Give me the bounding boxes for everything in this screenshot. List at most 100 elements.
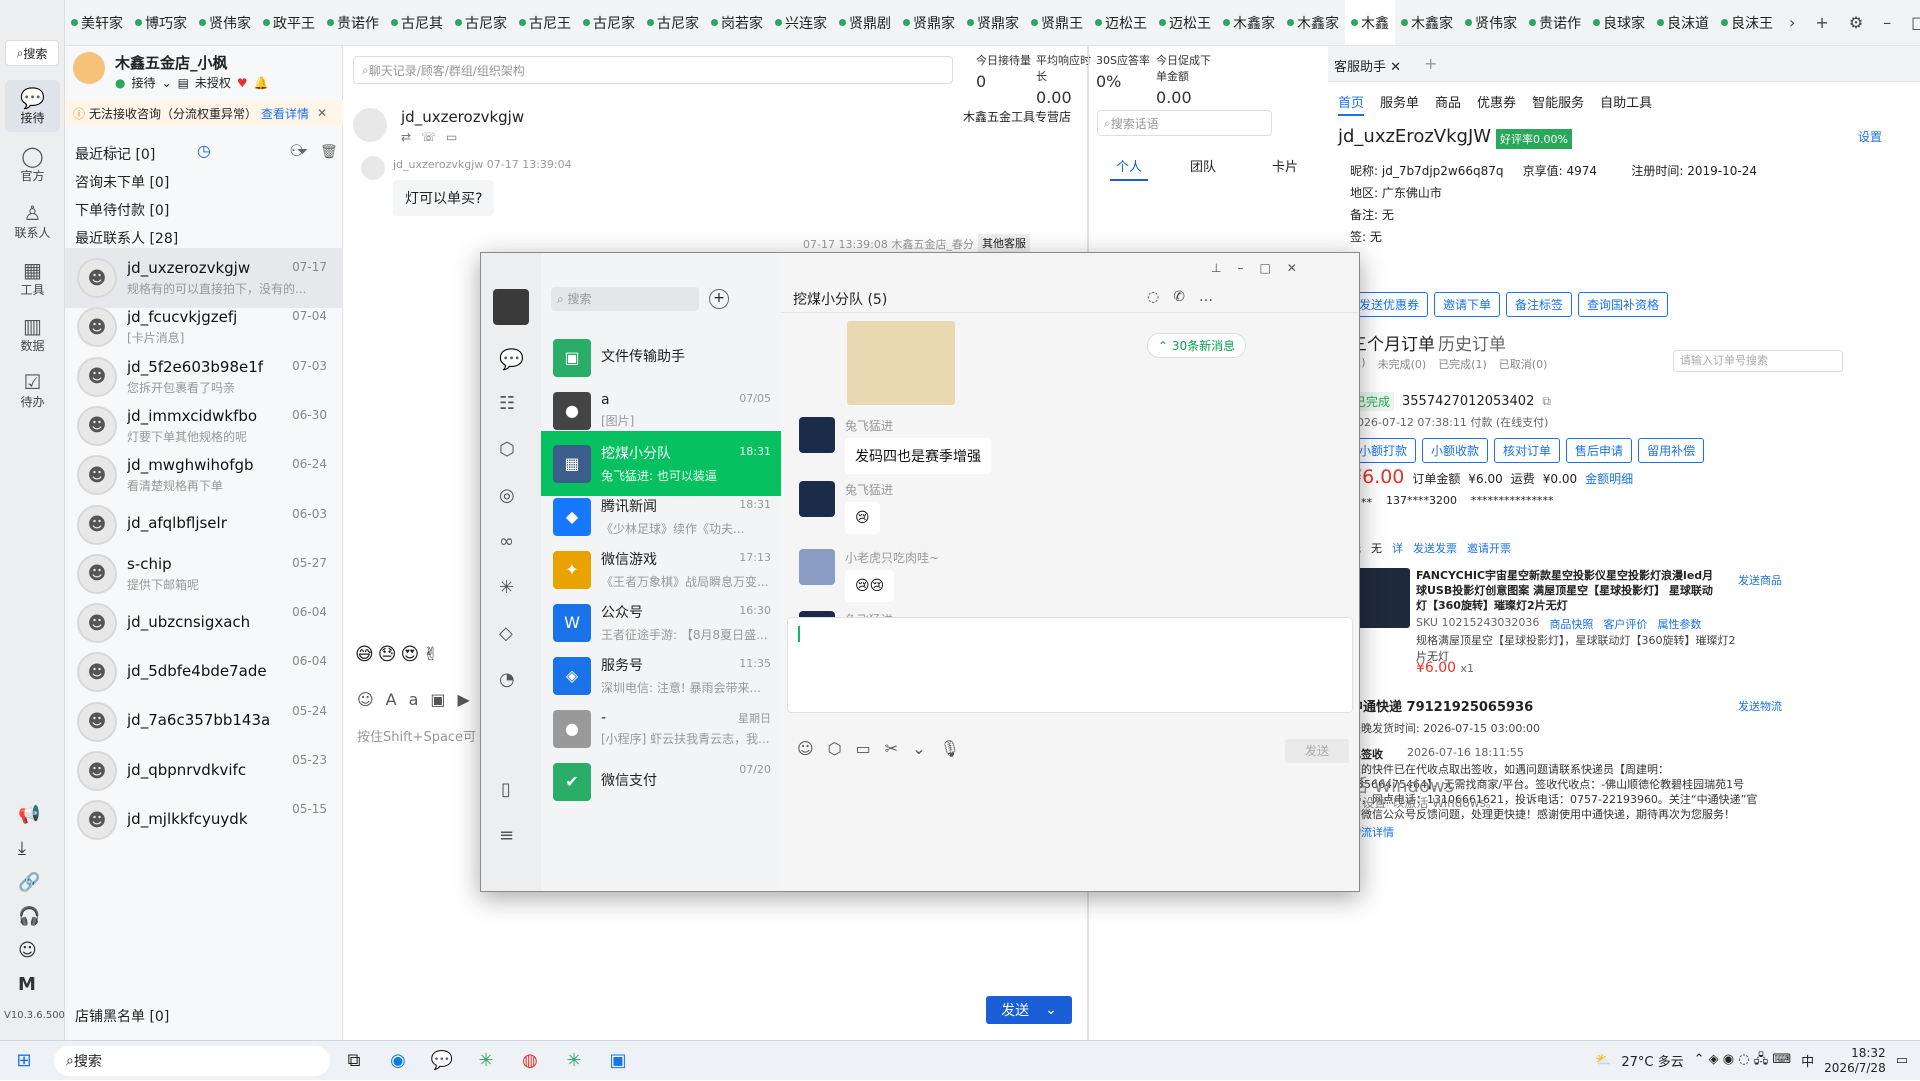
- helper-nav-item[interactable]: 优惠券: [1477, 92, 1516, 116]
- wechat-icon[interactable]: 💬: [422, 1041, 462, 1081]
- add-tab-icon[interactable]: +: [1805, 13, 1838, 32]
- customer-action-icons[interactable]: ⇄☏▭: [401, 130, 467, 144]
- shop-tab[interactable]: 贤鼎王: [1025, 0, 1089, 45]
- wechat-send-button[interactable]: 发送: [1285, 739, 1349, 763]
- shop-tab[interactable]: 岗若家: [705, 0, 769, 45]
- shop-tab[interactable]: 贵诺作: [321, 0, 385, 45]
- chat-search-input[interactable]: ⌕ 聊天记录/顾客/群组/组织架构: [353, 56, 953, 84]
- shop-tab[interactable]: 贤伟家: [1459, 0, 1523, 45]
- rail-item-todo[interactable]: ☑ 待办: [5, 364, 60, 416]
- settings-icon[interactable]: ⚙: [1839, 13, 1873, 32]
- taskview-icon[interactable]: ⧉: [334, 1041, 374, 1081]
- group-blacklist[interactable]: 店铺黑名单 [0]: [75, 1006, 335, 1026]
- customer-action-button[interactable]: 邀请下单: [1434, 292, 1501, 317]
- shop-tab[interactable]: 木鑫家: [1217, 0, 1281, 45]
- wechat-chat-item[interactable]: ✔ 微信支付 07/20: [541, 749, 781, 814]
- shop-tab[interactable]: 博巧家: [129, 0, 193, 45]
- phone-icon[interactable]: ▯: [501, 779, 511, 800]
- box-icon[interactable]: ⬡: [499, 439, 515, 460]
- minimize-icon[interactable]: –: [1873, 13, 1901, 32]
- customer-action-button[interactable]: 发送优惠券: [1350, 292, 1429, 317]
- shop-tab[interactable]: 良沫道: [1651, 0, 1715, 45]
- shop-tab[interactable]: 木鑫家: [1395, 0, 1459, 45]
- customer-action-button[interactable]: 备注标签: [1506, 292, 1573, 317]
- customer-action-button[interactable]: 查询国补资格: [1578, 292, 1669, 317]
- clock[interactable]: 18:32 2026/7/28: [1824, 1046, 1886, 1076]
- sender-avatar[interactable]: [799, 417, 835, 453]
- games-icon[interactable]: ◔: [499, 669, 515, 690]
- shop-tab[interactable]: 古尼家: [577, 0, 641, 45]
- wechat-input-box[interactable]: [787, 617, 1353, 713]
- order-action-button[interactable]: 小额收款: [1422, 438, 1489, 463]
- app-chat-icon[interactable]: ▣: [598, 1041, 638, 1081]
- snapshot-link[interactable]: 商品快照: [1549, 616, 1593, 632]
- headset-icon[interactable]: 🎧: [18, 906, 40, 927]
- contacts-icon[interactable]: ☷: [499, 393, 515, 414]
- quick-tab-card[interactable]: 卡片: [1272, 156, 1298, 175]
- orders-tab-history[interactable]: 历史订单: [1438, 330, 1506, 355]
- m-logo-icon[interactable]: M: [18, 974, 36, 995]
- channels-icon[interactable]: ∞: [499, 531, 514, 552]
- quick-tab-personal[interactable]: 个人: [1110, 156, 1149, 181]
- rail-item-data[interactable]: ▥ 数据: [5, 308, 60, 360]
- chevron-right-icon[interactable]: ›: [1779, 13, 1805, 32]
- contact-item[interactable]: ☻ jd_mjlkkfcyuydk 05-15: [65, 790, 343, 850]
- orders-tab-3months[interactable]: 三个月订单: [1350, 330, 1435, 355]
- megaphone-icon[interactable]: 📢: [18, 804, 40, 825]
- shop-tab[interactable]: 良球家: [1587, 0, 1651, 45]
- amount-detail-link[interactable]: 金额明细: [1585, 470, 1633, 487]
- app-red-icon[interactable]: ◍: [510, 1041, 550, 1081]
- shop-tab[interactable]: 迈松王: [1089, 0, 1153, 45]
- helper-tab[interactable]: 客服助手 ✕: [1334, 56, 1401, 75]
- rail-item-reception[interactable]: 💬 接待: [5, 80, 60, 132]
- shop-tab[interactable]: 贤鼎家: [961, 0, 1025, 45]
- shop-tab[interactable]: 贤鼎剧: [833, 0, 897, 45]
- shop-tab[interactable]: 政平王: [257, 0, 321, 45]
- shop-tab[interactable]: 贵诺作: [1523, 0, 1587, 45]
- rail-item-contacts[interactable]: ♙ 联系人: [5, 195, 60, 247]
- invoice-detail[interactable]: 详: [1392, 540, 1403, 556]
- send-invoice-link[interactable]: 发送发票: [1413, 540, 1457, 556]
- attributes-link[interactable]: 属性参数: [1657, 616, 1701, 632]
- helper-nav-item[interactable]: 商品: [1435, 92, 1461, 116]
- shop-tab[interactable]: 迈松王: [1153, 0, 1217, 45]
- discover-icon[interactable]: ✳: [499, 577, 514, 598]
- add-tab-icon[interactable]: +: [1424, 54, 1437, 73]
- send-button[interactable]: 发送 ⌄: [986, 996, 1072, 1024]
- order-action-button[interactable]: 留用补偿: [1638, 438, 1705, 463]
- app-star-icon[interactable]: ✳: [466, 1041, 506, 1081]
- reviews-link[interactable]: 客户评价: [1603, 616, 1647, 632]
- tray-icons[interactable]: ⌃ ◈ ◉ ◌ 🖧 ⌨: [1694, 1050, 1792, 1072]
- sender-avatar[interactable]: [799, 549, 835, 585]
- helper-nav-item[interactable]: 智能服务: [1532, 92, 1584, 116]
- app-star2-icon[interactable]: ✳: [554, 1041, 594, 1081]
- rail-item-official[interactable]: ◯ 官方: [5, 138, 60, 190]
- wechat-profile-avatar[interactable]: [493, 289, 529, 325]
- invite-invoice-link[interactable]: 邀请开票: [1467, 540, 1511, 556]
- link-icon[interactable]: 🔗: [18, 872, 40, 893]
- robot-icon[interactable]: ☺: [18, 940, 37, 961]
- maximize-icon[interactable]: □: [1901, 13, 1920, 32]
- helper-nav-item[interactable]: 服务单: [1380, 92, 1419, 116]
- weather-text[interactable]: 27°C 多云: [1621, 1051, 1683, 1070]
- copy-icon[interactable]: ⧉: [1542, 394, 1551, 409]
- shop-tab[interactable]: 贤鼎家: [897, 0, 961, 45]
- shop-tab[interactable]: 良沫王: [1715, 0, 1779, 45]
- order-filter[interactable]: 未完成(0): [1378, 356, 1427, 372]
- send-logistics-link[interactable]: 发送物流: [1738, 698, 1782, 714]
- shop-tab[interactable]: 木鑫家: [1281, 0, 1345, 45]
- order-filter[interactable]: 已取消(0): [1499, 356, 1548, 372]
- shop-tab[interactable]: 古尼家: [641, 0, 705, 45]
- shop-tab[interactable]: 贤伟家: [193, 0, 257, 45]
- order-filter[interactable]: 已完成(1): [1438, 356, 1487, 372]
- ime-indicator[interactable]: 中: [1801, 1051, 1814, 1070]
- moments-icon[interactable]: ◎: [499, 485, 515, 506]
- shop-tab[interactable]: 古尼王: [513, 0, 577, 45]
- helper-nav-item[interactable]: 自助工具: [1600, 92, 1652, 116]
- order-action-button[interactable]: 售后申请: [1566, 438, 1633, 463]
- download-icon[interactable]: ⤓: [18, 838, 26, 859]
- input-toolbar-icons[interactable]: ☺Aa▣▶: [357, 690, 482, 709]
- taskbar-search[interactable]: ⌕ 搜索: [54, 1045, 330, 1076]
- chat-icon[interactable]: 💬: [499, 347, 524, 371]
- wechat-input-toolbar[interactable]: ☺⬡▭✂⌄🎙: [797, 739, 974, 758]
